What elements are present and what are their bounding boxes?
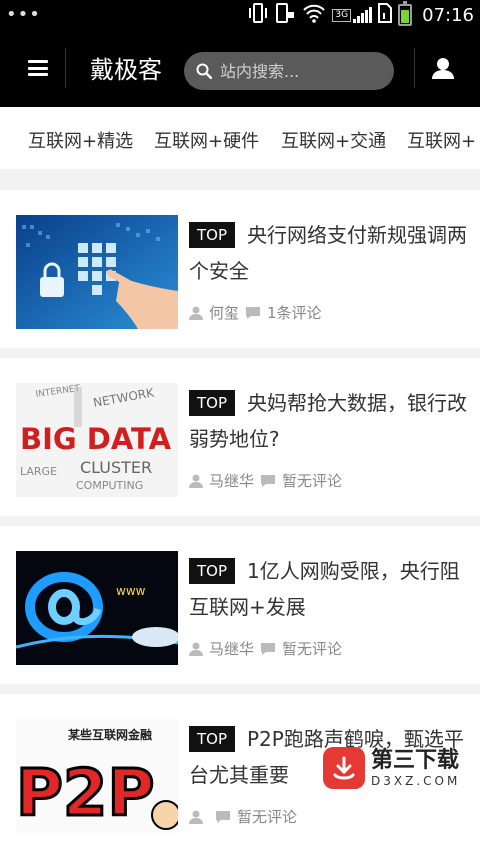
comment-count[interactable]: 1条评论 bbox=[267, 302, 322, 323]
download-logo-icon bbox=[323, 747, 365, 789]
status-icons: 3G 07:16 bbox=[248, 1, 474, 28]
user-icon bbox=[431, 58, 454, 79]
brand-title: 戴极客 bbox=[90, 56, 162, 84]
signal-icon: 3G bbox=[332, 7, 373, 23]
sim-icon bbox=[378, 3, 393, 27]
tab-more[interactable]: 互联网+ bbox=[407, 127, 476, 153]
thumb-word-big-data: BIG DATA bbox=[20, 422, 172, 456]
app-header: 戴极客 bbox=[0, 30, 480, 107]
author-icon bbox=[189, 642, 203, 656]
menu-button[interactable] bbox=[10, 48, 66, 88]
phone-icon bbox=[274, 2, 296, 28]
article-thumbnail[interactable] bbox=[16, 215, 178, 329]
notification-dots: ••• bbox=[6, 4, 41, 25]
comment-icon bbox=[216, 810, 230, 823]
article-thumbnail[interactable]: INTERNET NETWORK BIG DATA CLUSTER LARGE … bbox=[16, 383, 178, 497]
comment-count[interactable]: 暂无评论 bbox=[282, 638, 342, 659]
search-icon bbox=[196, 63, 212, 79]
author-icon bbox=[189, 810, 203, 824]
author-icon bbox=[189, 474, 203, 488]
menu-icon bbox=[27, 60, 48, 76]
comment-count[interactable]: 暂无评论 bbox=[282, 470, 342, 491]
article-meta: 何玺 1条评论 bbox=[189, 302, 322, 323]
category-tabs: 互联网+精选 互联网+硬件 互联网+交通 互联网+ bbox=[0, 107, 480, 169]
article-card[interactable]: TOP 央行网络支付新规强调两个安全 何玺 1条评论 bbox=[0, 190, 480, 348]
battery-icon bbox=[398, 1, 413, 26]
thumb-word-p2p: P2P bbox=[16, 757, 154, 831]
author-name[interactable]: 马继华 bbox=[209, 470, 254, 491]
search-box[interactable] bbox=[184, 52, 394, 90]
comment-icon bbox=[261, 642, 276, 655]
tab-jiaotong[interactable]: 互联网+交通 bbox=[281, 127, 386, 153]
user-button[interactable] bbox=[414, 48, 470, 88]
clock: 07:16 bbox=[422, 4, 474, 26]
article-meta: 马继华 暂无评论 bbox=[189, 638, 342, 659]
comment-icon bbox=[246, 306, 261, 319]
article-meta: 马继华 暂无评论 bbox=[189, 470, 342, 491]
article-title[interactable]: 1亿人网购受限，央行阻互联网+发展 bbox=[189, 553, 469, 625]
article-title[interactable]: 央行网络支付新规强调两个安全 bbox=[189, 217, 469, 289]
tab-jingxuan[interactable]: 互联网+精选 bbox=[28, 127, 133, 153]
wifi-icon bbox=[302, 3, 326, 27]
watermark-cn: 第三下载 bbox=[371, 748, 460, 773]
svg-text:www: www bbox=[116, 584, 146, 598]
author-name[interactable]: 何玺 bbox=[209, 302, 239, 323]
vibrate-icon bbox=[248, 2, 268, 28]
thumb-word-computing: COMPUTING bbox=[76, 479, 143, 492]
article-meta: 暂无评论 bbox=[189, 806, 297, 827]
comment-count[interactable]: 暂无评论 bbox=[237, 806, 297, 827]
tab-yingjian[interactable]: 互联网+硬件 bbox=[154, 127, 259, 153]
article-card[interactable]: INTERNET NETWORK BIG DATA CLUSTER LARGE … bbox=[0, 358, 480, 516]
thumb-word-cluster: CLUSTER bbox=[80, 458, 152, 477]
thumb-banner: 某些互联网金融 bbox=[68, 727, 152, 742]
author-name[interactable]: 马继华 bbox=[209, 638, 254, 659]
article-thumbnail[interactable]: www bbox=[16, 551, 178, 665]
watermark-en: D3XZ.COM bbox=[371, 774, 461, 788]
author-icon bbox=[189, 306, 203, 320]
status-bar: ••• 3G 07:16 bbox=[0, 0, 480, 30]
article-thumbnail[interactable]: 某些互联网金融 P2P bbox=[16, 719, 178, 833]
search-input[interactable] bbox=[218, 60, 382, 82]
comment-icon bbox=[261, 474, 276, 487]
site-watermark: 第三下载 D3XZ.COM bbox=[323, 740, 473, 796]
article-card[interactable]: www TOP 1亿人网购受限，央行阻互联网+发展 马继华 暂无评论 bbox=[0, 526, 480, 684]
article-title[interactable]: 央妈帮抢大数据，银行改弱势地位? bbox=[189, 385, 469, 457]
thumb-word-large: LARGE bbox=[20, 465, 57, 478]
